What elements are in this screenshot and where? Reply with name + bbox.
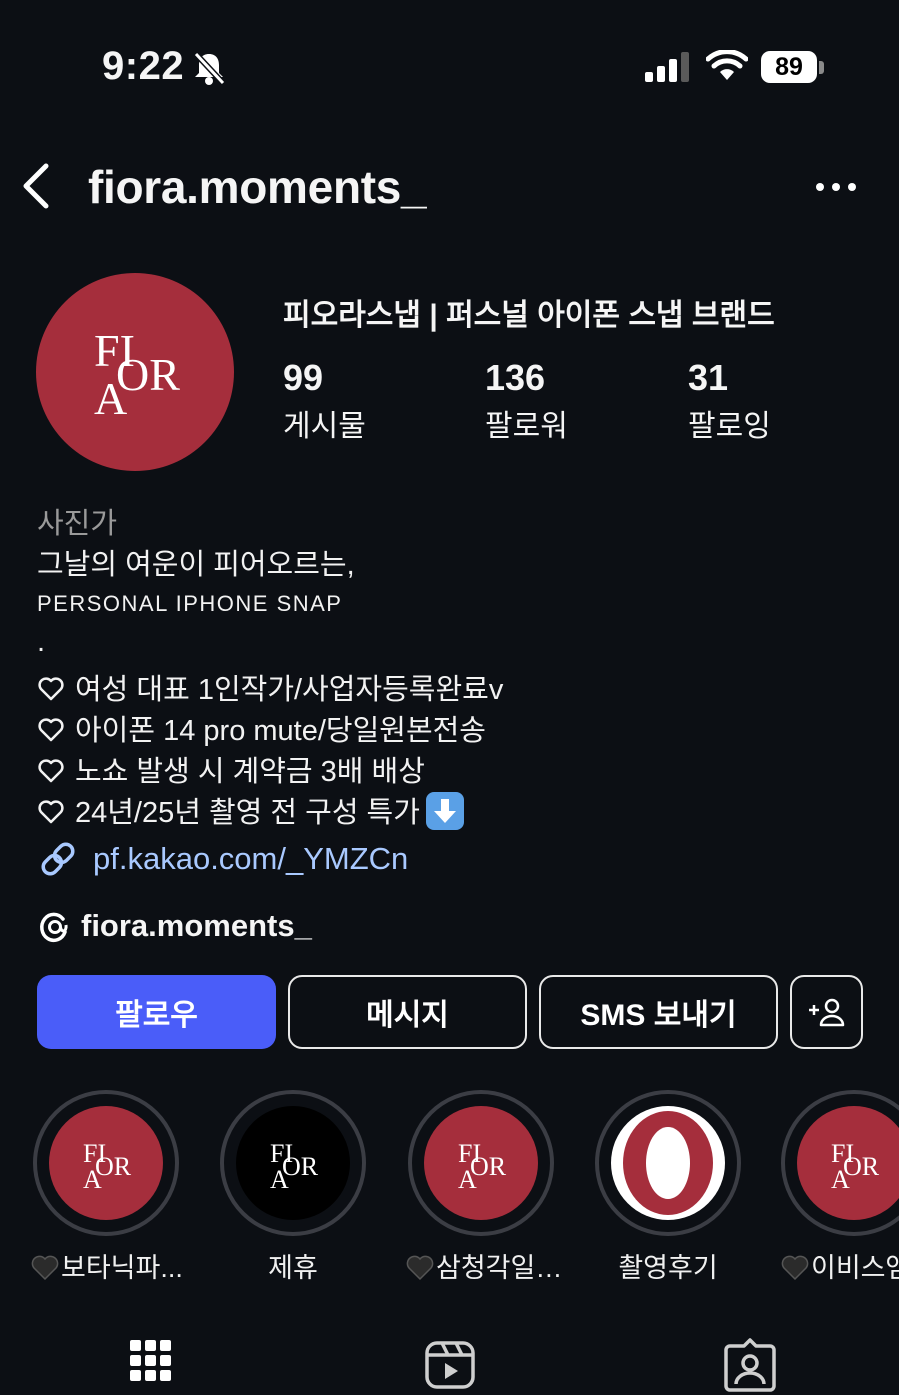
svg-text:A: A: [458, 1165, 477, 1194]
profile-category: 사진가: [37, 508, 118, 540]
heart-outline-icon: [38, 677, 64, 701]
heart-outline-icon: [38, 759, 64, 783]
highlight-ring: FI OR A: [33, 1090, 179, 1236]
highlight-label: 이비스앰: [781, 1246, 899, 1285]
bio-line-2: PERSONAL IPHONE SNAP: [37, 591, 343, 616]
highlight-label-text: 보타닉파...: [61, 1253, 183, 1283]
bio-item-3: 노쇼 발생 시 계약금 3배 배상: [37, 748, 425, 790]
bio-line-3: .: [37, 626, 46, 658]
highlight-label-text: 삼청각일…: [436, 1253, 563, 1283]
black-heart-icon: [406, 1255, 434, 1281]
highlight-cover: FI OR A: [236, 1106, 350, 1220]
svg-text:A: A: [270, 1165, 289, 1194]
stat-posts[interactable]: 99 게시물: [283, 357, 366, 445]
profile-avatar[interactable]: FI OR A: [36, 273, 234, 471]
link-icon: [41, 842, 75, 876]
highlight-ring: FI OR A: [408, 1090, 554, 1236]
stat-followers-value: 136: [485, 357, 546, 398]
bio-item-1-text: 여성 대표 1인작가/사업자등록완료v: [75, 674, 504, 706]
reels-icon[interactable]: [424, 1338, 476, 1392]
battery-level: 89: [775, 52, 803, 81]
highlight-cover: FI OR A: [49, 1106, 163, 1220]
bio-item-1: 여성 대표 1인작가/사업자등록완료v: [37, 666, 503, 708]
svg-text:A: A: [83, 1165, 102, 1194]
follow-button[interactable]: 팔로우: [37, 975, 276, 1049]
battery-cap: [819, 61, 824, 74]
story-highlight[interactable]: FI OR A 이비스앰: [781, 1090, 899, 1285]
highlight-label: 보타닉파...: [31, 1246, 183, 1285]
highlight-label-text: 이비스앰: [811, 1253, 899, 1283]
battery-icon: 89: [761, 51, 817, 83]
stat-followers[interactable]: 136 팔로워: [485, 357, 568, 445]
bio-item-4-text: 24년/25년 촬영 전 구성 특가: [75, 797, 420, 829]
profile-username: fiora.moments_: [88, 161, 427, 213]
threads-icon: [40, 912, 68, 943]
bell-off-icon: [193, 51, 226, 86]
add-user-icon: [808, 998, 844, 1027]
highlight-ring: FI OR A: [781, 1090, 899, 1236]
display-name: 피오라스냅 | 퍼스널 아이폰 스냅 브랜드: [283, 299, 775, 332]
svg-text:A: A: [94, 373, 127, 424]
story-highlight[interactable]: FI OR A 보타닉파...: [31, 1090, 183, 1285]
highlight-label: 제휴: [268, 1253, 318, 1283]
highlight-label: 촬영후기: [618, 1253, 718, 1283]
stat-following-value: 31: [688, 357, 729, 398]
black-heart-icon: [31, 1255, 59, 1281]
stat-posts-label: 게시물: [283, 410, 366, 443]
status-bar: 9:22 89: [0, 0, 899, 130]
heart-outline-icon: [38, 718, 64, 742]
bio-item-2-text: 아이폰 14 pro mute/당일원본전송: [75, 715, 486, 747]
stat-following[interactable]: 31 팔로잉: [688, 357, 771, 445]
heart-outline-icon: [38, 800, 64, 824]
svg-text:A: A: [831, 1165, 850, 1194]
down-arrow-emoji-icon: [425, 792, 464, 830]
message-button[interactable]: 메시지: [288, 975, 527, 1049]
story-highlight[interactable]: FI OR A 제휴: [218, 1090, 368, 1285]
signal-icon: [645, 52, 689, 82]
bio-line-1: 그날의 여운이 피어오르는,: [37, 549, 355, 581]
status-time: 9:22: [102, 44, 185, 88]
highlight-cover: FI OR A: [797, 1106, 899, 1220]
wifi-icon: [706, 50, 748, 80]
threads-username: fiora.moments_: [81, 908, 312, 943]
story-highlight[interactable]: 촬영후기: [593, 1090, 743, 1285]
stat-followers-label: 팔로워: [485, 410, 568, 443]
highlight-cover: [611, 1106, 725, 1220]
highlight-ring: [595, 1090, 741, 1236]
highlight-ring: FI OR A: [220, 1090, 366, 1236]
stat-posts-value: 99: [283, 357, 324, 398]
bio-item-4: 24년/25년 촬영 전 구성 특가: [37, 789, 464, 831]
bio-link-text[interactable]: pf.kakao.com/_YMZCn: [93, 841, 408, 877]
bio-item-2: 아이폰 14 pro mute/당일원본전송: [37, 707, 486, 749]
grid-icon[interactable]: [130, 1338, 172, 1388]
stat-following-label: 팔로잉: [688, 410, 771, 443]
threads-badge[interactable]: fiora.moments_: [37, 908, 312, 944]
add-user-button[interactable]: [790, 975, 863, 1049]
back-icon[interactable]: [18, 160, 58, 212]
highlight-label: 삼청각일…: [406, 1246, 562, 1285]
fiora-logo: FI OR A: [94, 325, 180, 424]
black-heart-icon: [781, 1255, 809, 1281]
highlight-cover: FI OR A: [424, 1106, 538, 1220]
tagged-icon[interactable]: [724, 1338, 776, 1392]
bio-link[interactable]: pf.kakao.com/_YMZCn: [37, 838, 408, 880]
sms-button[interactable]: SMS 보내기: [539, 975, 778, 1049]
story-highlight[interactable]: FI OR A 삼청각일…: [406, 1090, 562, 1285]
more-options-icon[interactable]: [814, 175, 858, 199]
bio-item-3-text: 노쇼 발생 시 계약금 3배 배상: [75, 756, 425, 788]
